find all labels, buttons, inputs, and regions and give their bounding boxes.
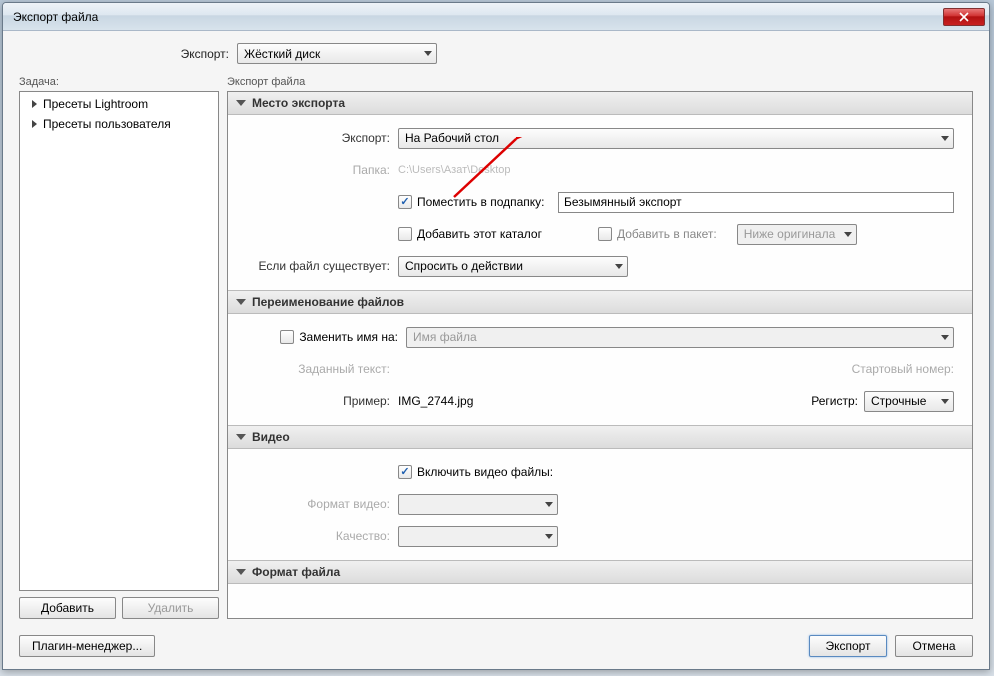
chevron-down-icon <box>545 502 553 507</box>
settings-label: Экспорт файла <box>227 76 973 88</box>
presets-column: Задача: Пресеты Lightroom Пресеты пользо… <box>19 76 219 619</box>
packet-select: Ниже оригинала <box>737 224 857 245</box>
example-label: Пример: <box>240 394 390 408</box>
video-format-select <box>398 494 558 515</box>
chevron-down-icon <box>941 136 949 141</box>
video-quality-label: Качество: <box>240 529 390 543</box>
location-body: Экспорт: На Рабочий стол Папка: C:\Users… <box>228 115 972 291</box>
rename-body: Заменить имя на: Имя файла Заданный текс… <box>228 314 972 426</box>
rename-template-select: Имя файла <box>406 327 954 348</box>
rename-label: Заменить имя на: <box>299 330 398 344</box>
cancel-button[interactable]: Отмена <box>895 635 973 657</box>
video-body: Включить видео файлы: Формат видео: Каче… <box>228 449 972 561</box>
addpacket-label: Добавить в пакет: <box>617 227 717 241</box>
section-header-format[interactable]: Формат файла <box>228 560 972 584</box>
section-header-video[interactable]: Видео <box>228 425 972 449</box>
export-dialog: Экспорт файла Экспорт: Жёсткий диск Зада… <box>2 2 990 670</box>
chevron-down-icon <box>424 51 432 56</box>
preset-item[interactable]: Пресеты Lightroom <box>20 94 218 114</box>
triangle-down-icon <box>236 100 246 106</box>
video-format-label: Формат видео: <box>240 497 390 511</box>
folder-path: C:\Users\Азат\Desktop <box>398 164 511 176</box>
dialog-footer: Плагин-менеджер... Экспорт Отмена <box>19 635 973 657</box>
presets-label: Задача: <box>19 76 219 88</box>
close-icon <box>959 12 969 22</box>
custom-text-label: Заданный текст: <box>240 362 390 376</box>
rename-checkbox[interactable] <box>280 330 294 344</box>
triangle-down-icon <box>236 434 246 440</box>
triangle-right-icon <box>32 120 37 128</box>
case-select[interactable]: Строчные <box>864 391 954 412</box>
triangle-down-icon <box>236 569 246 575</box>
start-number-label: Стартовый номер: <box>852 362 954 376</box>
export-target-select[interactable]: Жёсткий диск <box>237 43 437 64</box>
window-title: Экспорт файла <box>13 10 98 24</box>
main-columns: Задача: Пресеты Lightroom Пресеты пользо… <box>19 76 973 619</box>
section-header-location[interactable]: Место экспорта <box>228 91 972 115</box>
chevron-down-icon <box>545 534 553 539</box>
addcatalog-label: Добавить этот каталог <box>417 227 542 241</box>
exists-select[interactable]: Спросить о действии <box>398 256 628 277</box>
preset-label: Пресеты Lightroom <box>43 97 148 111</box>
close-button[interactable] <box>943 8 985 26</box>
preset-label: Пресеты пользователя <box>43 117 171 131</box>
addcatalog-check-row[interactable]: Добавить этот каталог <box>398 227 558 241</box>
export-label: Экспорт: <box>167 47 229 61</box>
section-title: Переименование файлов <box>252 295 404 309</box>
folder-label: Папка: <box>240 163 390 177</box>
exists-label: Если файл существует: <box>240 259 390 273</box>
triangle-down-icon <box>236 299 246 305</box>
subfolder-checkbox[interactable] <box>398 195 412 209</box>
section-title: Формат файла <box>252 565 340 579</box>
settings-column: Экспорт файла Место экспорта Экспорт: На… <box>227 76 973 619</box>
example-value: IMG_2744.jpg <box>398 394 473 408</box>
export-target-row: Экспорт: Жёсткий диск <box>19 43 973 64</box>
export-to-label: Экспорт: <box>240 131 390 145</box>
case-value: Строчные <box>871 394 926 408</box>
chevron-down-icon <box>941 335 949 340</box>
add-preset-button[interactable]: Добавить <box>19 597 116 619</box>
include-video-checkbox[interactable] <box>398 465 412 479</box>
addcatalog-checkbox[interactable] <box>398 227 412 241</box>
section-title: Видео <box>252 430 290 444</box>
subfolder-input[interactable] <box>558 192 954 213</box>
rename-value: Имя файла <box>413 330 477 344</box>
section-title: Место экспорта <box>252 96 345 110</box>
case-label: Регистр: <box>811 394 858 408</box>
rename-check-row[interactable]: Заменить имя на: <box>240 330 398 344</box>
subfolder-label: Поместить в подпапку: <box>417 195 545 209</box>
preset-item[interactable]: Пресеты пользователя <box>20 114 218 134</box>
section-header-rename[interactable]: Переименование файлов <box>228 290 972 314</box>
export-to-value: На Рабочий стол <box>405 131 499 145</box>
include-video-label: Включить видео файлы: <box>417 465 553 479</box>
presets-list[interactable]: Пресеты Lightroom Пресеты пользователя <box>19 91 219 591</box>
export-to-select[interactable]: На Рабочий стол <box>398 128 954 149</box>
export-button[interactable]: Экспорт <box>809 635 887 657</box>
preset-buttons: Добавить Удалить <box>19 597 219 619</box>
addpacket-checkbox[interactable] <box>598 227 612 241</box>
chevron-down-icon <box>615 264 623 269</box>
chevron-down-icon <box>941 399 949 404</box>
addpacket-check-row[interactable]: Добавить в пакет: <box>598 227 717 241</box>
export-target-value: Жёсткий диск <box>244 47 320 61</box>
video-quality-select <box>398 526 558 547</box>
titlebar[interactable]: Экспорт файла <box>3 3 989 31</box>
remove-preset-button[interactable]: Удалить <box>122 597 219 619</box>
plugin-manager-button[interactable]: Плагин-менеджер... <box>19 635 155 657</box>
include-video-check-row[interactable]: Включить видео файлы: <box>398 465 553 479</box>
subfolder-check-row[interactable]: Поместить в подпапку: <box>398 195 558 209</box>
settings-scroll[interactable]: Место экспорта Экспорт: На Рабочий стол … <box>227 91 973 619</box>
dialog-content: Экспорт: Жёсткий диск Задача: Пресеты Li… <box>3 31 989 669</box>
triangle-right-icon <box>32 100 37 108</box>
packet-value: Ниже оригинала <box>744 227 836 241</box>
exists-value: Спросить о действии <box>405 259 523 273</box>
chevron-down-icon <box>844 232 852 237</box>
